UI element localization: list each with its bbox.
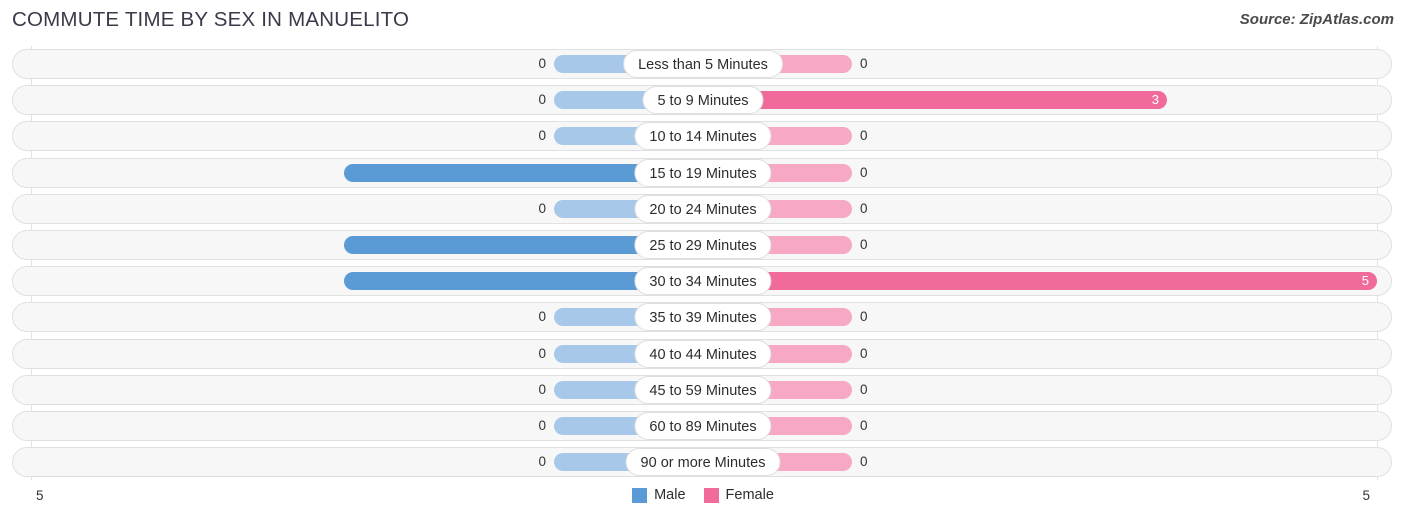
chart-rows: 0 0 Less than 5 Minutes 0 3 5 to 9 Minutes 0 0 1… xyxy=(0,46,1406,480)
bar-value-male: 0 xyxy=(538,128,546,144)
bar-value-male: 0 xyxy=(538,200,546,216)
legend-item-male[interactable]: Male xyxy=(632,487,686,503)
bar-value-female: 0 xyxy=(860,128,868,144)
source-attribution: Source: ZipAtlas.com xyxy=(1239,11,1394,28)
legend-swatch-female-icon xyxy=(703,487,719,503)
category-label-pill: 5 to 9 Minutes xyxy=(642,86,764,115)
chart-footer: 5 5 Male Female xyxy=(0,480,1406,523)
bar-value-female: 0 xyxy=(860,454,868,470)
bar-value-male: 0 xyxy=(538,92,546,108)
bar-value-female: 5 xyxy=(1361,273,1369,289)
bar-value-female: 0 xyxy=(860,309,868,325)
page-title: COMMUTE TIME BY SEX IN MANUELITO xyxy=(12,8,410,31)
chart-row: 0 0 90 or more Minutes xyxy=(0,444,1406,480)
bar-value-male: 0 xyxy=(538,56,546,71)
category-label-pill: 35 to 39 Minutes xyxy=(634,303,772,332)
legend-label-female: Female xyxy=(725,487,774,503)
bar-value-male: 0 xyxy=(538,417,546,433)
category-label-pill: 60 to 89 Minutes xyxy=(634,411,772,440)
category-label-pill: Less than 5 Minutes xyxy=(623,50,783,78)
chart-row: 0 0 45 to 59 Minutes xyxy=(0,372,1406,408)
category-label-pill: 45 to 59 Minutes xyxy=(634,375,772,404)
legend-label-male: Male xyxy=(654,487,686,503)
bar-value-female: 0 xyxy=(860,417,868,433)
category-label-pill: 15 to 19 Minutes xyxy=(634,158,772,187)
category-label-pill: 10 to 14 Minutes xyxy=(634,122,772,151)
bar-value-male: 0 xyxy=(538,454,546,470)
category-label-pill: 25 to 29 Minutes xyxy=(634,230,772,259)
category-label-pill: 40 to 44 Minutes xyxy=(634,339,772,368)
chart-header: COMMUTE TIME BY SEX IN MANUELITO Source:… xyxy=(0,0,1406,40)
chart-row: 0 3 5 to 9 Minutes xyxy=(0,82,1406,118)
bar-value-female: 0 xyxy=(860,164,868,180)
chart-row: 2530 to 34 Minutes xyxy=(0,263,1406,299)
legend-swatch-male-icon xyxy=(632,487,648,503)
bar-female[interactable] xyxy=(703,272,1377,291)
chart-plot-area: 0 0 Less than 5 Minutes 0 3 5 to 9 Minutes 0 0 1… xyxy=(0,46,1406,480)
chart-row: 0 0 35 to 39 Minutes xyxy=(0,299,1406,335)
category-label-pill: 30 to 34 Minutes xyxy=(634,267,772,296)
bar-value-female: 0 xyxy=(860,200,868,216)
chart-row: 0 0 60 to 89 Minutes xyxy=(0,408,1406,444)
bar-value-female: 0 xyxy=(860,236,868,252)
category-label-pill: 90 or more Minutes xyxy=(625,448,781,477)
bar-value-female: 0 xyxy=(860,56,868,71)
chart-row: 0 0 20 to 24 Minutes xyxy=(0,191,1406,227)
bar-value-female: 0 xyxy=(860,381,868,397)
bar-female[interactable] xyxy=(703,91,1167,110)
bar-value-female: 0 xyxy=(860,345,868,361)
bar-value-male: 0 xyxy=(538,345,546,361)
chart-legend: Male Female xyxy=(0,487,1406,503)
chart-row: 0 0 40 to 44 Minutes xyxy=(0,336,1406,372)
bar-value-male: 0 xyxy=(538,309,546,325)
bar-value-female: 3 xyxy=(1151,92,1159,108)
bar-value-male: 0 xyxy=(538,381,546,397)
chart-row: 0 0 10 to 14 Minutes xyxy=(0,118,1406,154)
legend-item-female[interactable]: Female xyxy=(703,487,774,503)
chart-row: 2015 to 19 Minutes xyxy=(0,155,1406,191)
category-label-pill: 20 to 24 Minutes xyxy=(634,194,772,223)
chart-row: 0 0 Less than 5 Minutes xyxy=(0,46,1406,82)
chart-row: 2025 to 29 Minutes xyxy=(0,227,1406,263)
